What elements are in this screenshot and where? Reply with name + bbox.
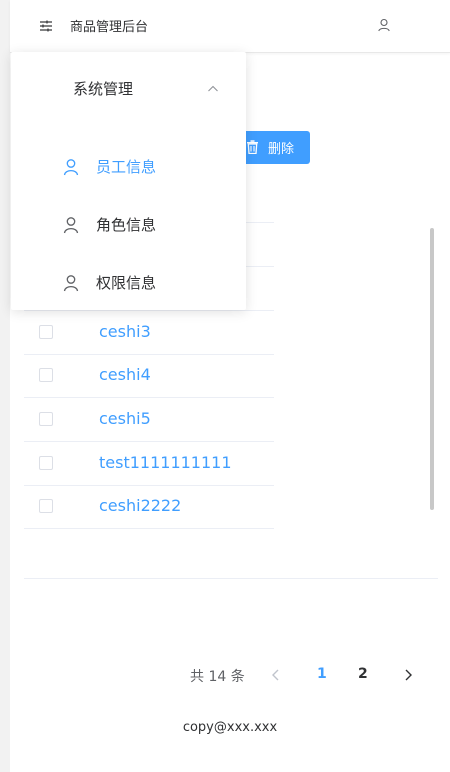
submenu-system-management[interactable]: 系统管理 (11, 52, 246, 122)
chevron-left-icon[interactable] (268, 667, 284, 683)
menu-item-label: 权限信息 (96, 274, 157, 292)
submenu-title-label: 系统管理 (73, 80, 134, 98)
user-icon[interactable] (376, 17, 392, 33)
top-header: 商品管理后台 (10, 0, 450, 53)
chevron-up-icon (207, 80, 219, 92)
page: 商品管理后台 删除 ceshi2 (0, 0, 450, 772)
row-checkbox[interactable] (39, 412, 53, 426)
menu-item-role-info[interactable]: 角色信息 (11, 196, 246, 252)
footer-copyright: copy@xxx.xxx (182, 720, 278, 735)
table-row[interactable]: ceshi4 (24, 355, 274, 398)
table-row[interactable]: test1111111111 (24, 443, 274, 486)
left-gutter (0, 0, 10, 772)
menu-item-employee-info[interactable]: 员工信息 (11, 138, 246, 194)
menu-toggle-icon[interactable] (38, 18, 54, 34)
row-checkbox[interactable] (39, 499, 53, 513)
menu-item-label: 角色信息 (96, 216, 157, 234)
table-divider (24, 578, 438, 579)
row-checkbox[interactable] (39, 325, 53, 339)
vertical-scrollbar[interactable] (430, 228, 434, 510)
table-row[interactable]: ceshi3 (24, 312, 274, 355)
pagination-page-1[interactable]: 1 (317, 666, 327, 682)
table-row[interactable]: ceshi5 (24, 399, 274, 442)
row-name-link[interactable]: test1111111111 (99, 453, 232, 472)
menu-item-permission-info[interactable]: 权限信息 (11, 254, 246, 310)
nav-menu-panel: 系统管理 员工信息 角色信息 权限信息 (11, 52, 246, 310)
app-title: 商品管理后台 (70, 20, 149, 35)
table-row[interactable]: ceshi2222 (24, 486, 274, 529)
row-name-link[interactable]: ceshi2222 (99, 496, 181, 515)
user-icon (62, 158, 80, 176)
chevron-right-icon[interactable] (400, 667, 416, 683)
row-name-link[interactable]: ceshi5 (99, 409, 151, 428)
trash-icon (246, 140, 259, 155)
row-name-link[interactable]: ceshi4 (99, 365, 151, 384)
row-checkbox[interactable] (39, 368, 53, 382)
user-icon (62, 216, 80, 234)
menu-item-label: 员工信息 (96, 158, 157, 176)
user-icon (62, 274, 80, 292)
row-name-link[interactable]: ceshi3 (99, 322, 151, 341)
delete-button-label: 删除 (267, 142, 294, 157)
row-checkbox[interactable] (39, 456, 53, 470)
pagination-page-2[interactable]: 2 (358, 666, 368, 682)
pagination-total: 共 14 条 (190, 669, 245, 685)
